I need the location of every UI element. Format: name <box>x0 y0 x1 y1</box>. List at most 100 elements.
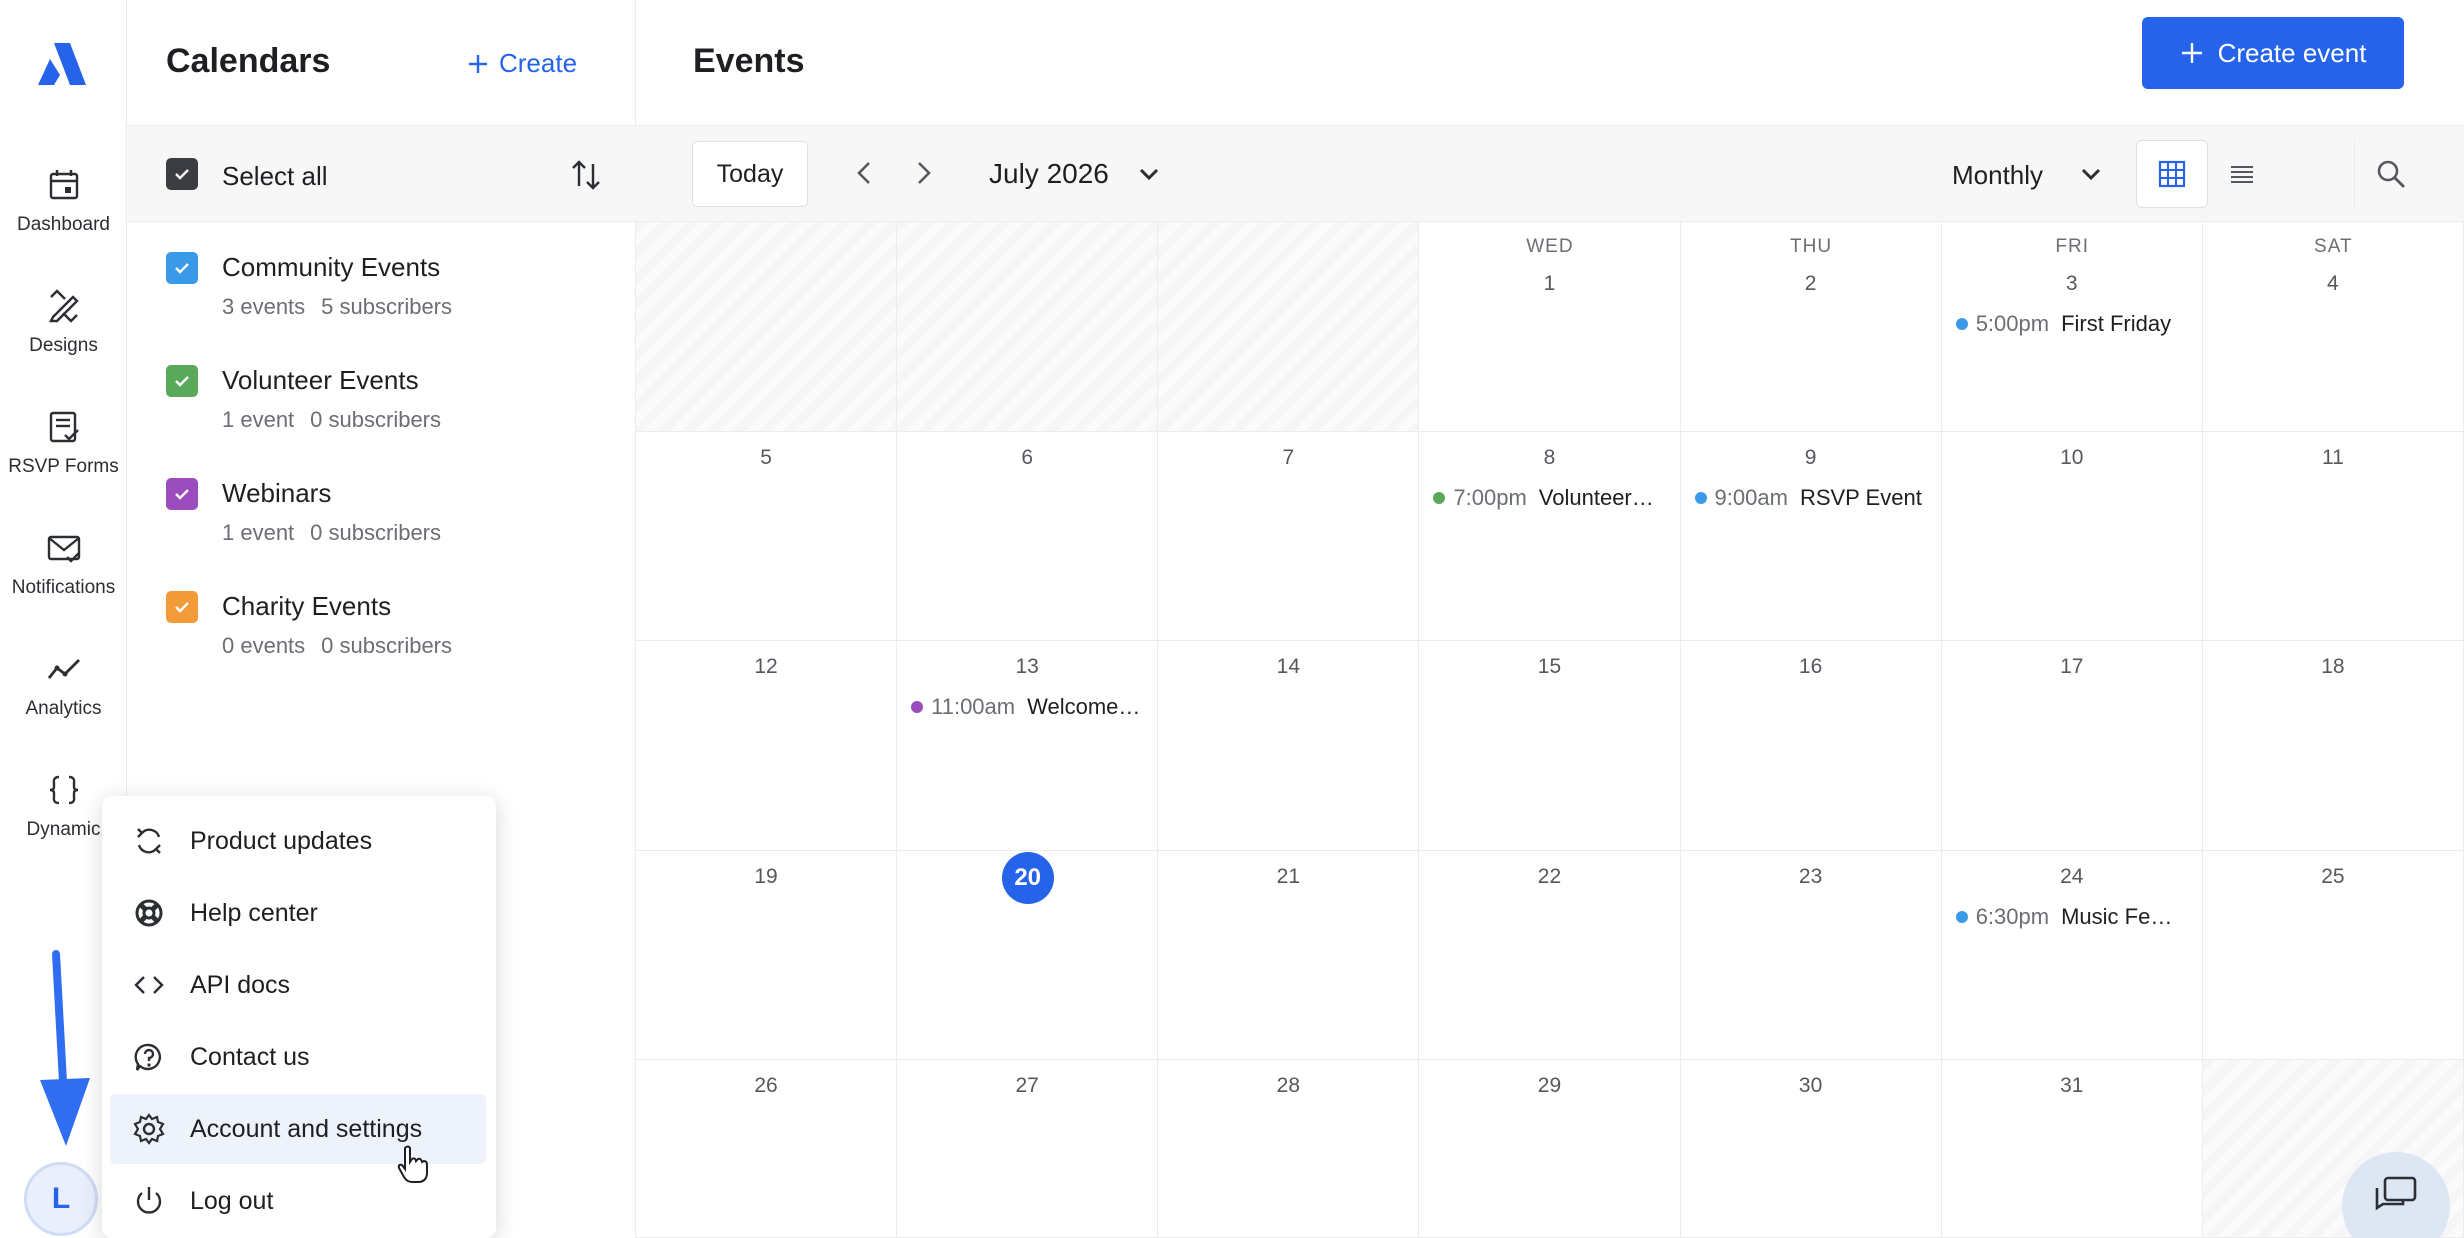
app-logo-icon[interactable] <box>32 35 92 95</box>
calendar-event[interactable]: 9:00am RSVP Event <box>1694 483 1931 513</box>
calendar-item-webinars[interactable]: Webinars 1 event 0 subscribers <box>127 478 636 588</box>
calendars-title: Calendars <box>166 42 331 80</box>
calendar-item-charity-events[interactable]: Charity Events 0 events 0 subscribers <box>127 591 636 701</box>
menu-item-api-docs[interactable]: API docs <box>110 950 486 1020</box>
calendar-day-cell[interactable]: 2 <box>1680 222 1942 432</box>
day-number: 15 <box>1537 655 1562 678</box>
grid-view-button[interactable] <box>2136 140 2208 208</box>
rail-item-designs[interactable]: Designs <box>0 287 127 357</box>
event-count: 0 events <box>222 633 306 658</box>
calendar-day-cell[interactable]: 10 <box>1941 432 2203 641</box>
day-number: 8 <box>1543 446 1556 469</box>
event-color-dot <box>1955 911 1968 923</box>
day-number: 10 <box>2060 446 2084 469</box>
calendar-day-cell[interactable]: 30 <box>1680 1060 1942 1238</box>
calendar-day-cell[interactable]: 8 7:00pm Volunteer… <box>1419 432 1681 641</box>
calendar-day-cell[interactable]: 17 <box>1941 641 2203 851</box>
chevron-left-icon[interactable] <box>848 156 882 190</box>
calendar-day-cell[interactable]: 6 <box>897 432 1159 641</box>
calendar-meta: 3 events 5 subscribers <box>222 294 452 320</box>
plus-icon <box>469 54 487 73</box>
calendar-day-cell[interactable]: 24 6:30pm Music Fe… <box>1941 851 2203 1060</box>
grid-icon <box>2158 160 2186 188</box>
calendar-day-cell[interactable]: 28 <box>1158 1060 1420 1238</box>
chevron-right-icon[interactable] <box>906 156 940 190</box>
calendar-day-cell[interactable]: 21 <box>1158 851 1420 1060</box>
rail-item-analytics[interactable]: Analytics <box>0 650 127 720</box>
event-count: 3 events <box>222 294 306 319</box>
day-number: 21 <box>1276 865 1300 888</box>
calendar-checkbox[interactable] <box>166 591 198 623</box>
check-icon <box>175 376 189 387</box>
calendar-day-cell[interactable] <box>897 222 1159 432</box>
user-avatar[interactable]: L <box>24 1162 98 1236</box>
calendar-day-cell[interactable]: 19 <box>636 851 898 1060</box>
calendar-event[interactable]: 5:00pm First Friday <box>1955 309 2192 339</box>
menu-item-help-center[interactable]: Help center <box>110 878 486 948</box>
menu-label: API docs <box>190 970 291 999</box>
calendar-item-community-events[interactable]: Community Events 3 events 5 subscribers <box>127 252 636 362</box>
calendar-day-cell[interactable]: 15 <box>1419 641 1681 851</box>
month-label[interactable]: July 2026 <box>989 158 1109 190</box>
calendar-day-cell[interactable]: 3 5:00pm First Friday <box>1941 222 2203 432</box>
day-number: 19 <box>754 865 778 888</box>
calendar-checkbox[interactable] <box>166 252 198 284</box>
select-all-checkbox[interactable] <box>166 158 198 190</box>
create-event-button[interactable]: Create event <box>2142 17 2404 89</box>
menu-label: Help center <box>190 898 318 927</box>
calendar-day-cell[interactable]: 31 <box>1941 1060 2203 1238</box>
calendar-day-cell[interactable] <box>636 222 898 432</box>
today-button[interactable]: Today <box>692 141 808 207</box>
menu-label: Account and settings <box>190 1114 423 1143</box>
view-select[interactable]: Monthly <box>1952 160 2043 191</box>
event-name: Music Fe… <box>2061 904 2173 929</box>
create-calendar-button[interactable]: Create <box>467 48 577 79</box>
rail-item-rsvp-forms[interactable]: RSVP Forms <box>0 408 127 478</box>
calendar-day-cell[interactable]: 13 11:00am Welcome… <box>897 641 1159 851</box>
event-time: 6:30pm <box>1975 904 2050 929</box>
calendar-day-cell[interactable]: 25 <box>2202 851 2464 1060</box>
calendar-day-cell[interactable]: 12 <box>636 641 898 851</box>
calendar-day-cell[interactable]: 1 <box>1419 222 1681 432</box>
rail-label: Notifications <box>11 577 116 598</box>
calendar-day-cell[interactable]: 18 <box>2202 641 2464 851</box>
calendar-day-cell[interactable]: 16 <box>1680 641 1942 851</box>
menu-item-product-updates[interactable]: Product updates <box>110 806 486 876</box>
calendar-name: Volunteer Events <box>222 365 419 395</box>
today-indicator: 20 <box>1001 852 1054 904</box>
calendar-checkbox[interactable] <box>166 365 198 397</box>
calendar-event[interactable]: 11:00am Welcome… <box>911 692 1147 722</box>
rail-label: RSVP Forms <box>8 456 119 477</box>
list-view-button[interactable] <box>2206 140 2278 208</box>
chevron-down-icon[interactable] <box>2076 159 2106 189</box>
calendar-event[interactable]: 6:30pm Music Fe… <box>1955 902 2192 932</box>
calendar-day-cell[interactable]: 14 <box>1158 641 1420 851</box>
calendar-day-cell[interactable]: 23 <box>1680 851 1942 1060</box>
calendar-day-cell[interactable]: 11 <box>2202 432 2464 641</box>
rail-item-notifications[interactable]: Notifications <box>0 529 127 599</box>
calendar-day-cell[interactable]: 4 <box>2202 222 2464 432</box>
calendar-event[interactable]: 7:00pm Volunteer… <box>1433 483 1669 513</box>
event-time: 9:00am <box>1714 485 1788 510</box>
chevron-down-icon[interactable] <box>1134 159 1164 189</box>
calendar-checkbox[interactable] <box>166 478 198 510</box>
calendar-day-cell[interactable]: 9 9:00am RSVP Event <box>1680 432 1942 641</box>
calendar-day-cell[interactable]: 22 <box>1419 851 1681 1060</box>
rail-item-dashboard[interactable]: Dashboard <box>0 166 127 236</box>
menu-label: Contact us <box>190 1042 310 1071</box>
calendar-item-volunteer-events[interactable]: Volunteer Events 1 event 0 subscribers <box>127 365 636 475</box>
subscriber-count: 5 subscribers <box>321 294 453 319</box>
calendar-day-cell[interactable]: 7 <box>1158 432 1420 641</box>
calendar-day-cell[interactable]: 27 <box>897 1060 1159 1238</box>
event-time: 11:00am <box>931 694 1016 719</box>
calendar-day-cell[interactable]: 26 <box>636 1060 898 1238</box>
search-button[interactable] <box>2354 140 2426 208</box>
event-count: 1 event <box>222 520 295 545</box>
calendar-day-cell[interactable]: 29 <box>1419 1060 1681 1238</box>
menu-item-contact-us[interactable]: Contact us <box>110 1022 486 1092</box>
rail-label: Dashboard <box>17 214 110 235</box>
calendar-day-cell[interactable]: 20 <box>897 851 1159 1060</box>
sort-icon[interactable] <box>567 156 605 194</box>
calendar-day-cell[interactable] <box>1158 222 1420 432</box>
calendar-day-cell[interactable]: 5 <box>636 432 898 641</box>
